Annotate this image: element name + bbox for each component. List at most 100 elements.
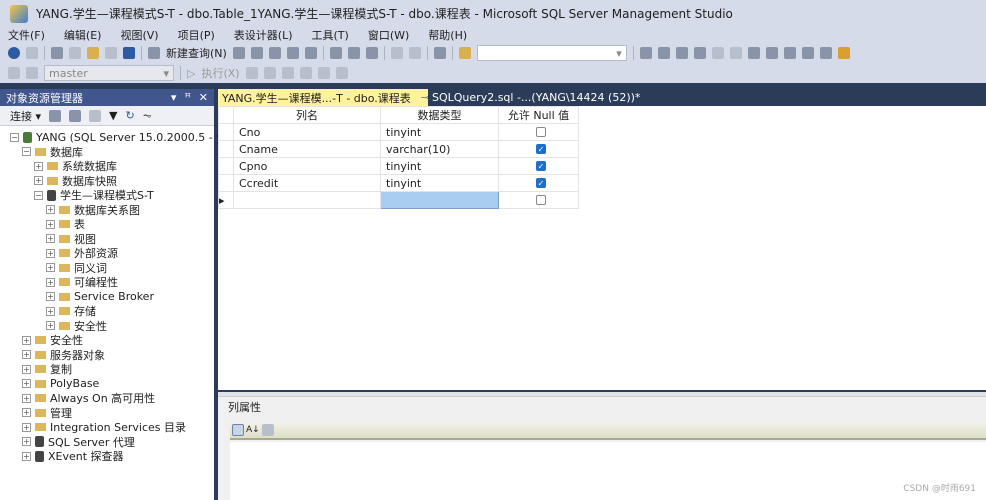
menu-item[interactable]: 帮助(H) (428, 27, 467, 43)
refresh-icon[interactable]: ↻ (126, 109, 135, 122)
collapse-icon[interactable]: − (22, 147, 31, 156)
column-name-cell[interactable]: Cno (233, 123, 381, 141)
collapse-icon[interactable]: − (10, 132, 19, 142)
expand-icon[interactable]: + (22, 408, 31, 417)
find-icon[interactable] (458, 47, 471, 59)
execute-button[interactable]: 执行(X) (201, 65, 239, 81)
menu-item[interactable]: 文件(F) (8, 27, 45, 43)
tree-item[interactable]: − 数据库 (22, 145, 83, 159)
tree-item[interactable]: + 复制 (22, 362, 72, 376)
tree-item[interactable]: + 存储 (46, 304, 96, 318)
menu-item[interactable]: 编辑(E) (64, 27, 102, 43)
das-query-icon[interactable] (304, 47, 317, 59)
data-type-cell[interactable] (380, 191, 499, 209)
copy-icon[interactable] (347, 47, 360, 59)
disconnect-icon[interactable] (69, 109, 82, 122)
sort-alphabetical-icon[interactable]: A↓ (246, 425, 260, 435)
uncomment-icon[interactable] (335, 67, 348, 79)
row-selector[interactable] (218, 123, 234, 141)
tab-table-designer[interactable]: YANG.学生—课程模...-T - dbo.课程表 ⊸ ✕ (218, 89, 445, 106)
stop-icon[interactable] (245, 67, 258, 79)
xmla-query-icon[interactable] (286, 47, 299, 59)
tree-item[interactable]: + Always On 高可用性 (22, 391, 155, 405)
toolbox-icon[interactable] (675, 47, 688, 59)
mdx-query-icon[interactable] (250, 47, 263, 59)
stop-icon[interactable] (89, 109, 102, 122)
expand-icon[interactable]: + (46, 219, 55, 229)
add-item-icon[interactable] (69, 47, 81, 59)
search-combo[interactable]: ▾ (476, 45, 627, 61)
table-icon[interactable] (711, 47, 724, 59)
connect-plug-icon[interactable] (49, 109, 62, 122)
menu-item[interactable]: 工具(T) (312, 27, 349, 43)
data-type-cell[interactable]: varchar(10) (380, 140, 499, 158)
cut-icon[interactable] (329, 47, 342, 59)
tree-item[interactable]: − YANG (SQL Server 15.0.2000.5 - yang (10, 130, 243, 144)
key-icon[interactable] (729, 47, 742, 59)
tree-item[interactable]: + 安全性 (46, 319, 107, 333)
row-selector[interactable] (218, 157, 234, 175)
back-icon[interactable] (8, 47, 20, 59)
expand-icon[interactable]: + (46, 248, 55, 258)
row-selector[interactable] (218, 174, 234, 192)
relationships-icon[interactable] (765, 47, 778, 59)
indexes-icon[interactable] (783, 47, 796, 59)
expand-icon[interactable]: + (46, 234, 55, 243)
allow-null-checkbox[interactable]: ✓ (536, 144, 546, 154)
connect-icon[interactable] (8, 67, 20, 79)
filter-icon[interactable]: ▼ (109, 109, 117, 122)
dmx-query-icon[interactable] (268, 47, 281, 59)
collapse-icon[interactable]: − (34, 190, 43, 200)
menu-item[interactable]: 表设计器(L) (234, 27, 293, 43)
column-name-cell[interactable]: Cname (233, 140, 381, 158)
close-icon[interactable]: ✕ (199, 91, 208, 104)
comment-icon[interactable] (317, 67, 330, 79)
tree-item[interactable]: + 同义词 (46, 261, 107, 275)
activity-monitor-icon[interactable]: ⏦ (143, 109, 152, 123)
menu-item[interactable]: 项目(P) (178, 27, 215, 43)
tree-item[interactable]: + Integration Services 目录 (22, 420, 186, 434)
categorized-icon[interactable] (232, 424, 244, 436)
row-selector[interactable]: ▸ (218, 191, 234, 209)
row-selector[interactable] (218, 140, 234, 158)
script-icon[interactable] (801, 47, 814, 59)
plan-icon[interactable] (281, 67, 294, 79)
data-type-cell[interactable]: tinyint (380, 157, 499, 175)
expand-icon[interactable]: + (22, 350, 31, 359)
expand-icon[interactable]: + (22, 379, 31, 388)
expand-icon[interactable]: + (34, 161, 43, 171)
forward-icon[interactable] (26, 47, 38, 59)
expand-icon[interactable]: + (22, 437, 31, 446)
paste-icon[interactable] (365, 47, 378, 59)
allow-null-checkbox[interactable] (536, 127, 546, 137)
open-file-icon[interactable] (87, 47, 99, 59)
tree-item[interactable]: + 视图 (46, 232, 96, 246)
tree-item[interactable]: + Service Broker (46, 290, 154, 304)
expand-icon[interactable]: + (34, 176, 43, 185)
tree-item[interactable]: − 学生—课程模式S-T (34, 188, 154, 202)
parse-icon[interactable] (263, 67, 276, 79)
tab-sqlquery2[interactable]: SQLQuery2.sql -...(YANG\14424 (52))* (428, 89, 645, 106)
expand-icon[interactable]: + (46, 292, 55, 301)
tree-item[interactable]: + PolyBase (22, 377, 99, 391)
properties-icon[interactable] (819, 47, 832, 59)
expand-icon[interactable]: + (46, 321, 55, 330)
tree-item[interactable]: + 服务器对象 (22, 348, 105, 362)
column-name-cell[interactable]: Cpno (233, 157, 381, 175)
tree-item[interactable]: + 系统数据库 (34, 159, 117, 173)
image-icon[interactable] (837, 47, 850, 59)
menu-item[interactable]: 视图(V) (120, 27, 158, 43)
redo-icon[interactable] (408, 47, 421, 59)
expand-icon[interactable]: + (46, 205, 55, 214)
database-combo[interactable]: master ▾ (44, 65, 174, 81)
terminal-icon[interactable] (693, 47, 706, 59)
expand-icon[interactable]: + (22, 364, 31, 374)
allow-null-checkbox[interactable] (536, 195, 546, 205)
expand-icon[interactable]: + (46, 277, 55, 287)
column-name-cell[interactable] (233, 191, 381, 209)
tree-item[interactable]: + 数据库快照 (34, 174, 117, 188)
menu-item[interactable]: 窗口(W) (368, 27, 409, 43)
tree-item[interactable]: + 可编程性 (46, 275, 118, 289)
pin-icon[interactable]: ꟸ (184, 91, 190, 104)
expand-icon[interactable]: + (22, 422, 31, 432)
